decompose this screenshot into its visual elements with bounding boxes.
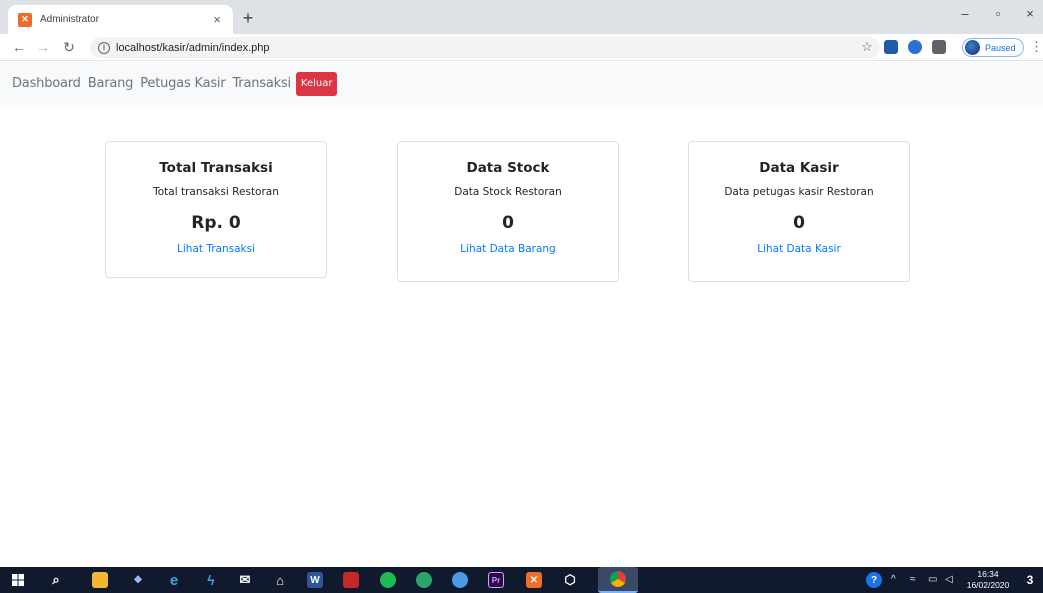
browser-icon[interactable]: [452, 572, 468, 588]
card-subtitle: Total transaksi Restoran: [153, 186, 279, 198]
word-icon[interactable]: W: [307, 572, 323, 588]
store-icon[interactable]: ⌂: [272, 572, 288, 588]
browser-toolbar: ← → ↻ i localhost/kasir/admin/index.php …: [0, 34, 1043, 61]
minimize-button[interactable]: –: [950, 6, 980, 21]
chrome-icon: [610, 571, 626, 587]
card-value: 0: [793, 213, 805, 233]
card-value: Rp. 0: [191, 213, 241, 233]
profile-status: Paused: [985, 42, 1016, 53]
url-text[interactable]: localhost/kasir/admin/index.php: [116, 42, 269, 54]
nav-link-dashboard[interactable]: Dashboard: [12, 76, 81, 91]
close-window-button[interactable]: ×: [1015, 6, 1043, 21]
logout-button[interactable]: Keluar: [295, 71, 338, 96]
card-title: Data Kasir: [759, 160, 839, 176]
lihat-data-barang-link[interactable]: Lihat Data Barang: [460, 243, 555, 255]
tab-close-icon[interactable]: ×: [209, 12, 225, 27]
back-arrow-icon[interactable]: ←: [10, 39, 28, 55]
address-bar[interactable]: i localhost/kasir/admin/index.php: [90, 37, 880, 58]
extension-icon[interactable]: [908, 40, 922, 54]
extension-icon[interactable]: [884, 40, 898, 54]
windows-taskbar: ⌕ ❖ e ϟ ✉ ⌂ W Pr ✕ ⬡ ? ^ ≈ ▭ ◁ 16:34 16/…: [0, 567, 1043, 593]
volume-icon[interactable]: ◁: [945, 574, 953, 585]
mail-icon[interactable]: ✉: [237, 572, 253, 588]
forward-arrow-icon[interactable]: →: [34, 39, 52, 55]
wifi-icon[interactable]: ≈: [910, 574, 916, 585]
card-subtitle: Data petugas kasir Restoran: [724, 186, 874, 198]
dropbox-icon[interactable]: ❖: [130, 572, 146, 588]
page-navbar: Dashboard Barang Petugas Kasir Transaksi…: [0, 62, 1043, 105]
app-icon[interactable]: [343, 572, 359, 588]
card-title: Data Stock: [466, 160, 550, 176]
browser-tab[interactable]: ✕ Administrator ×: [8, 5, 233, 34]
browser-tab-strip: ✕ Administrator × + – ▫ ×: [0, 0, 1043, 34]
premiere-pro-icon[interactable]: Pr: [488, 572, 504, 588]
edge-browser-icon[interactable]: e: [166, 572, 182, 589]
tab-title: Administrator: [40, 14, 99, 25]
profile-button[interactable]: Paused: [962, 38, 1024, 57]
chevron-up-icon[interactable]: ^: [891, 574, 896, 585]
clock-time: 16:34: [977, 569, 999, 579]
card-subtitle: Data Stock Restoran: [454, 186, 562, 198]
chrome-taskbar-icon[interactable]: [598, 567, 638, 593]
reload-icon[interactable]: ↻: [60, 39, 78, 55]
taskbar-clock[interactable]: 16:34 16/02/2020: [963, 569, 1013, 591]
xampp-favicon-icon: ✕: [18, 12, 32, 27]
windows-start-icon[interactable]: [10, 572, 26, 588]
help-icon[interactable]: ?: [866, 572, 882, 588]
restore-button[interactable]: ▫: [983, 6, 1013, 21]
lightning-app-icon[interactable]: ϟ: [203, 572, 219, 588]
battery-icon[interactable]: ▭: [928, 574, 937, 585]
card-data-kasir: Data Kasir Data petugas kasir Restoran 0…: [688, 141, 910, 282]
card-title: Total Transaksi: [159, 160, 273, 176]
clock-date: 16/02/2020: [966, 580, 1010, 590]
notification-icon[interactable]: 3: [1022, 572, 1038, 588]
app-icon[interactable]: [416, 572, 432, 588]
avatar: [965, 40, 980, 55]
spotify-icon[interactable]: [380, 572, 396, 588]
bookmark-star-icon[interactable]: ☆: [858, 39, 876, 55]
search-icon[interactable]: ⌕: [48, 572, 64, 588]
card-total-transaksi: Total Transaksi Total transaksi Restoran…: [105, 141, 327, 278]
virtualbox-icon[interactable]: ⬡: [562, 572, 578, 588]
card-data-stock: Data Stock Data Stock Restoran 0 Lihat D…: [397, 141, 619, 282]
xampp-icon[interactable]: ✕: [526, 572, 542, 588]
nav-link-barang[interactable]: Barang: [88, 76, 134, 91]
file-explorer-icon[interactable]: [92, 572, 108, 588]
nav-link-petugas-kasir[interactable]: Petugas Kasir: [140, 76, 225, 91]
card-value: 0: [502, 213, 514, 233]
lihat-transaksi-link[interactable]: Lihat Transaksi: [177, 243, 255, 255]
browser-menu-icon[interactable]: ⋮: [1030, 39, 1043, 55]
new-tab-button[interactable]: +: [238, 8, 258, 28]
info-icon[interactable]: i: [98, 41, 110, 54]
nav-link-transaksi[interactable]: Transaksi: [232, 76, 291, 91]
notification-count: 3: [1026, 573, 1034, 587]
lihat-data-kasir-link[interactable]: Lihat Data Kasir: [757, 243, 841, 255]
extension-icon[interactable]: [932, 40, 946, 54]
